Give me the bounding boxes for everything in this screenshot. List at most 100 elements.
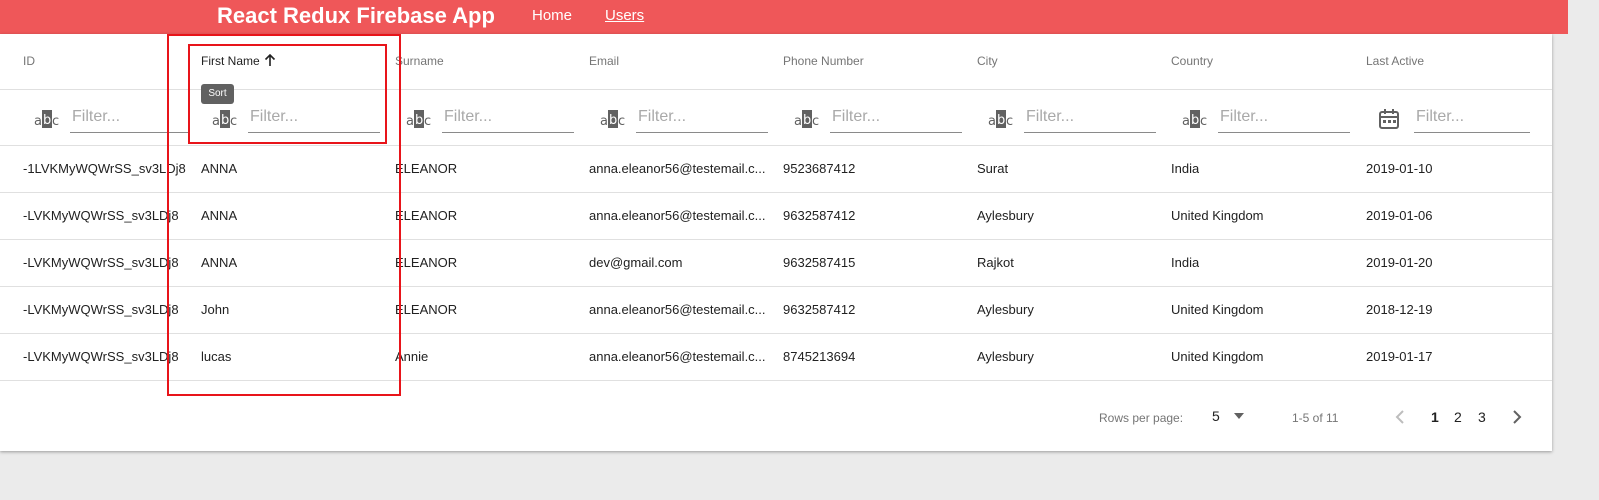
column-header-city[interactable]: City <box>977 54 998 68</box>
cell-id: -LVKMyWQWrSS_sv3LDj8 <box>23 302 179 317</box>
cell-last-active: 2019-01-06 <box>1366 208 1433 223</box>
cell-last-active: 2019-01-20 <box>1366 255 1433 270</box>
cell-last-active: 2019-01-10 <box>1366 161 1433 176</box>
cell-city: Rajkot <box>977 255 1014 270</box>
nav-home[interactable]: Home <box>532 7 572 25</box>
table-row[interactable]: -LVKMyWQWrSS_sv3LDj8 lucas Annie anna.el… <box>0 334 1552 381</box>
filter-input-first-name[interactable] <box>248 102 380 133</box>
column-header-first-name-label: First Name <box>201 54 260 68</box>
cell-surname: ELEANOR <box>395 255 458 270</box>
filter-input-email[interactable] <box>636 102 768 133</box>
column-header-phone-number[interactable]: Phone Number <box>783 54 864 68</box>
cell-email: anna.eleanor56@testemail.c... <box>589 208 766 223</box>
table-row[interactable]: -LVKMyWQWrSS_sv3LDj8 ANNA ELEANOR anna.e… <box>0 193 1552 240</box>
svg-text:c: c <box>1006 114 1013 129</box>
column-header-email[interactable]: Email <box>589 54 619 68</box>
column-header-country[interactable]: Country <box>1171 54 1213 68</box>
svg-text:b: b <box>803 113 811 128</box>
svg-text:b: b <box>43 113 51 128</box>
cell-email: anna.eleanor56@testemail.c... <box>589 302 766 317</box>
cell-id: -1LVKMyWQWrSS_sv3LDj8 <box>23 161 186 176</box>
sort-tooltip: Sort <box>201 84 234 104</box>
cell-city: Surat <box>977 161 1009 176</box>
table-row[interactable]: -1LVKMyWQWrSS_sv3LDj8 ANNA ELEANOR anna.… <box>0 146 1552 193</box>
svg-text:a: a <box>1182 114 1190 129</box>
chevron-right-icon[interactable] <box>1512 410 1522 424</box>
cell-email: anna.eleanor56@testemail.c... <box>589 349 766 364</box>
filter-input-city[interactable] <box>1024 102 1156 133</box>
svg-text:c: c <box>230 114 237 129</box>
cell-city: Aylesbury <box>977 302 1034 317</box>
abc-icon: abc <box>600 110 625 129</box>
svg-text:c: c <box>52 114 59 129</box>
svg-text:a: a <box>600 114 608 129</box>
svg-text:c: c <box>618 114 625 129</box>
cell-id: -LVKMyWQWrSS_sv3LDj8 <box>23 208 179 223</box>
cell-country: India <box>1171 255 1200 270</box>
cell-email: dev@gmail.com <box>589 255 683 270</box>
cell-surname: Annie <box>395 349 429 364</box>
filter-input-phone-number[interactable] <box>830 102 962 133</box>
abc-icon: abc <box>212 110 237 129</box>
page-button-2[interactable]: 2 <box>1454 409 1462 425</box>
abc-icon: abc <box>34 110 59 129</box>
rows-per-page-select[interactable]: 5 <box>1212 408 1220 424</box>
table-row[interactable]: -LVKMyWQWrSS_sv3LDj8 John ELEANOR anna.e… <box>0 287 1552 334</box>
caret-down-icon[interactable] <box>1234 413 1244 419</box>
pagination-range: 1-5 of 11 <box>1292 411 1339 425</box>
abc-icon: abc <box>988 110 1013 129</box>
svg-text:a: a <box>794 114 802 129</box>
filter-input-last-active[interactable] <box>1414 102 1530 133</box>
filter-input-surname[interactable] <box>442 102 574 133</box>
cell-first-name: ANNA <box>201 255 238 270</box>
page-button-3[interactable]: 3 <box>1478 409 1486 425</box>
svg-text:b: b <box>1191 113 1199 128</box>
svg-text:b: b <box>609 113 617 128</box>
pagination-bar: Rows per page: 5 1-5 of 11 1 2 3 <box>0 407 1552 437</box>
cell-last-active: 2018-12-19 <box>1366 302 1433 317</box>
cell-surname: ELEANOR <box>395 302 458 317</box>
app-bar: React Redux Firebase App Home Users <box>0 0 1568 34</box>
column-header-first-name[interactable]: First Name <box>201 53 276 70</box>
column-header-last-active[interactable]: Last Active <box>1366 54 1424 68</box>
cell-phone: 9632587412 <box>783 302 856 317</box>
cell-last-active: 2019-01-17 <box>1366 349 1433 364</box>
table-row[interactable]: -LVKMyWQWrSS_sv3LDj8 ANNA ELEANOR dev@gm… <box>0 240 1552 287</box>
page-button-1[interactable]: 1 <box>1431 409 1439 425</box>
svg-text:a: a <box>406 114 414 129</box>
cell-surname: ELEANOR <box>395 161 458 176</box>
nav-users[interactable]: Users <box>605 7 644 25</box>
svg-text:b: b <box>221 113 229 128</box>
cell-country: United Kingdom <box>1171 349 1264 364</box>
cell-email: anna.eleanor56@testemail.c... <box>589 161 766 176</box>
svg-text:a: a <box>988 114 996 129</box>
filter-input-country[interactable] <box>1218 102 1350 133</box>
cell-id: -LVKMyWQWrSS_sv3LDj8 <box>23 349 179 364</box>
filter-input-id[interactable] <box>70 102 188 133</box>
abc-icon: abc <box>794 110 819 129</box>
cell-first-name: ANNA <box>201 208 238 223</box>
chevron-left-icon[interactable] <box>1395 410 1405 424</box>
cell-phone: 9523687412 <box>783 161 856 176</box>
cell-first-name: lucas <box>201 349 232 364</box>
svg-text:c: c <box>1200 114 1207 129</box>
column-header-surname[interactable]: Surname <box>395 54 444 68</box>
cell-surname: ELEANOR <box>395 208 458 223</box>
abc-icon: abc <box>406 110 431 129</box>
cell-country: United Kingdom <box>1171 302 1264 317</box>
cell-phone: 8745213694 <box>783 349 856 364</box>
svg-text:a: a <box>212 114 220 129</box>
cell-first-name: John <box>201 302 230 317</box>
page-gutter <box>1552 34 1568 500</box>
calendar-icon <box>1379 109 1399 129</box>
cell-country: United Kingdom <box>1171 208 1264 223</box>
cell-country: India <box>1171 161 1200 176</box>
svg-text:b: b <box>997 113 1005 128</box>
arrow-up-icon[interactable] <box>264 53 276 70</box>
cell-city: Aylesbury <box>977 349 1034 364</box>
column-header-id[interactable]: ID <box>23 54 35 68</box>
table-header-row: ID First Name Surname Email Phone Number… <box>0 34 1552 90</box>
abc-icon: abc <box>1182 110 1207 129</box>
app-brand[interactable]: React Redux Firebase App <box>217 3 495 29</box>
svg-text:c: c <box>812 114 819 129</box>
